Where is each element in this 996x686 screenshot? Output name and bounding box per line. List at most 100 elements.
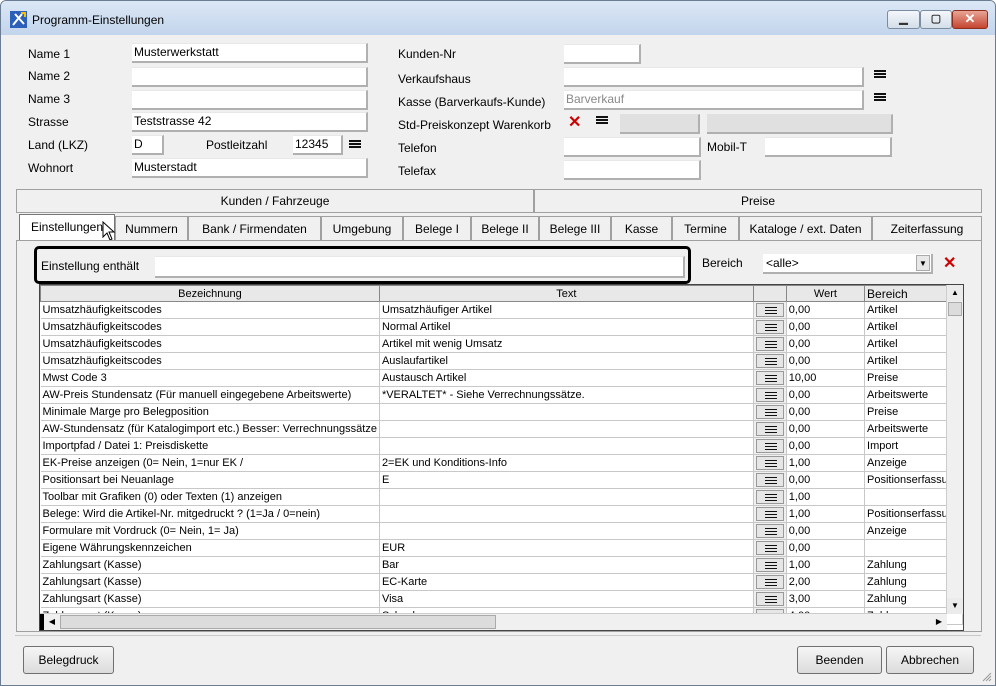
list-icon[interactable] (755, 541, 784, 555)
abbrechen-button[interactable]: Abbrechen (886, 646, 974, 674)
cell-wert[interactable]: 0,00 (786, 335, 866, 353)
plz-list-icon[interactable] (348, 139, 362, 153)
list-icon[interactable] (755, 439, 784, 453)
cell-wert[interactable]: 0,00 (786, 471, 866, 489)
cell-bezeichnung[interactable]: Toolbar mit Grafiken (0) oder Texten (1)… (40, 488, 380, 506)
table-row[interactable]: Umsatzhäufigkeitscodes Artikel mit wenig … (40, 335, 963, 353)
name2-field[interactable] (132, 67, 368, 87)
list-icon[interactable] (755, 422, 784, 436)
cell-bezeichnung[interactable]: Mwst Code 3 (40, 369, 380, 387)
cell-text[interactable]: E (379, 471, 754, 489)
cell-bezeichnung[interactable]: Umsatzhäufigkeitscodes (40, 352, 380, 370)
table-row[interactable]: Umsatzhäufigkeitscodes Auslaufartikel 0,00… (40, 352, 963, 370)
maximize-button[interactable]: ▢ (920, 10, 952, 29)
tab-belege-3[interactable]: Belege III (539, 216, 611, 241)
tab-termine[interactable]: Termine (672, 216, 739, 241)
scroll-left-icon[interactable]: ◀ (44, 614, 60, 630)
tab-kasse[interactable]: Kasse (611, 216, 672, 241)
tab-kataloge[interactable]: Kataloge / ext. Daten (739, 216, 872, 241)
cell-wert[interactable]: 1,00 (786, 454, 866, 472)
cell-wert[interactable]: 0,00 (786, 386, 866, 404)
cell-text[interactable] (379, 522, 754, 540)
cell-wert[interactable]: 10,00 (786, 369, 866, 387)
kasse-field[interactable]: Barverkauf (564, 90, 864, 110)
cell-text[interactable] (379, 420, 754, 438)
cell-bezeichnung[interactable]: Minimale Marge pro Belegposition (40, 403, 380, 421)
scroll-up-icon[interactable]: ▲ (947, 285, 963, 301)
cell-text[interactable]: Umsatzhäufiger Artikel (379, 301, 754, 319)
list-icon[interactable] (755, 473, 784, 487)
scroll-right-icon[interactable]: ▶ (931, 614, 947, 630)
telefon-field[interactable] (564, 137, 701, 157)
telefax-field[interactable] (564, 160, 701, 180)
table-row[interactable]: EK-Preise anzeigen (0= Nein, 1=nur EK /2… (40, 454, 963, 472)
table-row[interactable]: Positionsart bei Neuanlage E 0,00 Positions… (40, 471, 963, 489)
belegdruck-button[interactable]: Belegdruck (23, 646, 114, 674)
cell-wert[interactable]: 0,00 (786, 539, 866, 557)
strasse-field[interactable]: Teststrasse 42 (132, 112, 368, 132)
scroll-down-icon[interactable]: ▼ (947, 598, 963, 614)
list-icon[interactable] (755, 592, 784, 606)
tab-einstellungen[interactable]: Einstellungen (19, 214, 115, 241)
col-header-bezeichnung[interactable]: Bezeichnung (40, 285, 380, 302)
preiskonzept-field-2[interactable] (707, 114, 893, 134)
cell-text[interactable]: Auslaufartikel (379, 352, 754, 370)
beenden-button[interactable]: Beenden (797, 646, 882, 674)
list-icon[interactable] (755, 371, 784, 385)
horizontal-scroll-thumb[interactable] (60, 615, 496, 629)
horizontal-scrollbar[interactable]: ◀ ▶ (40, 613, 947, 630)
bereich-select[interactable]: <alle> ▼ (763, 254, 933, 274)
cell-wert[interactable]: 1,00 (786, 556, 866, 574)
tabgroup-kunden[interactable]: Kunden / Fahrzeuge (16, 189, 534, 213)
cell-text[interactable]: 2=EK und Konditions-Info (379, 454, 754, 472)
cell-text[interactable] (379, 403, 754, 421)
cell-wert[interactable]: 0,00 (786, 301, 866, 319)
preiskonzept-field-1[interactable] (620, 114, 700, 134)
cell-text[interactable]: Austausch Artikel (379, 369, 754, 387)
cell-bezeichnung[interactable]: Umsatzhäufigkeitscodes (40, 335, 380, 353)
table-row[interactable]: Eigene Währungskennzeichen EUR 0,00 (40, 539, 963, 557)
minimize-button[interactable]: ▁ (887, 10, 920, 29)
cell-bezeichnung[interactable]: Umsatzhäufigkeitscodes (40, 318, 380, 336)
delete-icon[interactable]: ✕ (568, 115, 581, 131)
cell-bezeichnung[interactable]: Importpfad / Datei 1: Preisdiskette (40, 437, 380, 455)
cell-bezeichnung[interactable]: Zahlungsart (Kasse) (40, 573, 380, 591)
cell-bezeichnung[interactable]: Belege: Wird die Artikel-Nr. mitgedruckt… (40, 505, 380, 523)
verkaufshaus-field[interactable] (564, 67, 864, 87)
cell-bezeichnung[interactable]: Zahlungsart (Kasse) (40, 556, 380, 574)
table-row[interactable]: Formulare mit Vordruck (0= Nein, 1= Ja) 0… (40, 522, 963, 540)
clear-filter-icon[interactable]: ✕ (943, 256, 956, 272)
cell-wert[interactable]: 0,00 (786, 420, 866, 438)
tab-nummern[interactable]: Nummern (115, 216, 188, 241)
col-header-wert[interactable]: Wert (785, 285, 866, 302)
list-icon[interactable] (755, 337, 784, 351)
tab-belege-2[interactable]: Belege II (471, 216, 539, 241)
cell-bezeichnung[interactable]: EK-Preise anzeigen (0= Nein, 1=nur EK / (40, 454, 380, 472)
name1-field[interactable]: Musterwerkstatt (132, 43, 368, 63)
close-button[interactable]: ✕ (952, 10, 988, 29)
cell-bezeichnung[interactable]: Eigene Währungskennzeichen (40, 539, 380, 557)
list-icon[interactable] (755, 456, 784, 470)
list-icon[interactable] (755, 354, 784, 368)
table-row[interactable]: Umsatzhäufigkeitscodes Normal Artikel 0,00… (40, 318, 963, 336)
verkaufshaus-list-icon[interactable] (873, 69, 887, 83)
table-row[interactable]: Zahlungsart (Kasse) Visa 3,00 Zahlung (40, 590, 963, 608)
cell-wert[interactable]: 0,00 (786, 318, 866, 336)
vertical-scroll-thumb[interactable] (948, 302, 962, 316)
list-icon[interactable] (755, 524, 784, 538)
list-icon[interactable] (755, 490, 784, 504)
cell-bezeichnung[interactable]: Zahlungsart (Kasse) (40, 590, 380, 608)
kunden-nr-field[interactable] (564, 44, 641, 64)
table-row[interactable]: Belege: Wird die Artikel-Nr. mitgedruckt… (40, 505, 963, 523)
cell-text[interactable]: Artikel mit wenig Umsatz (379, 335, 754, 353)
cell-text[interactable]: EC-Karte (379, 573, 754, 591)
cell-wert[interactable]: 3,00 (786, 590, 866, 608)
list-icon[interactable] (755, 320, 784, 334)
cell-text[interactable]: Visa (379, 590, 754, 608)
plz-field[interactable]: 12345 (293, 135, 343, 155)
list-icon[interactable] (755, 303, 784, 317)
table-row[interactable]: Zahlungsart (Kasse) EC-Karte 2,00 Zahlung (40, 573, 963, 591)
cell-text[interactable] (379, 437, 754, 455)
table-row[interactable]: AW-Preis Stundensatz (Für manuell eingeg… (40, 386, 963, 404)
cell-wert[interactable]: 1,00 (786, 488, 866, 506)
